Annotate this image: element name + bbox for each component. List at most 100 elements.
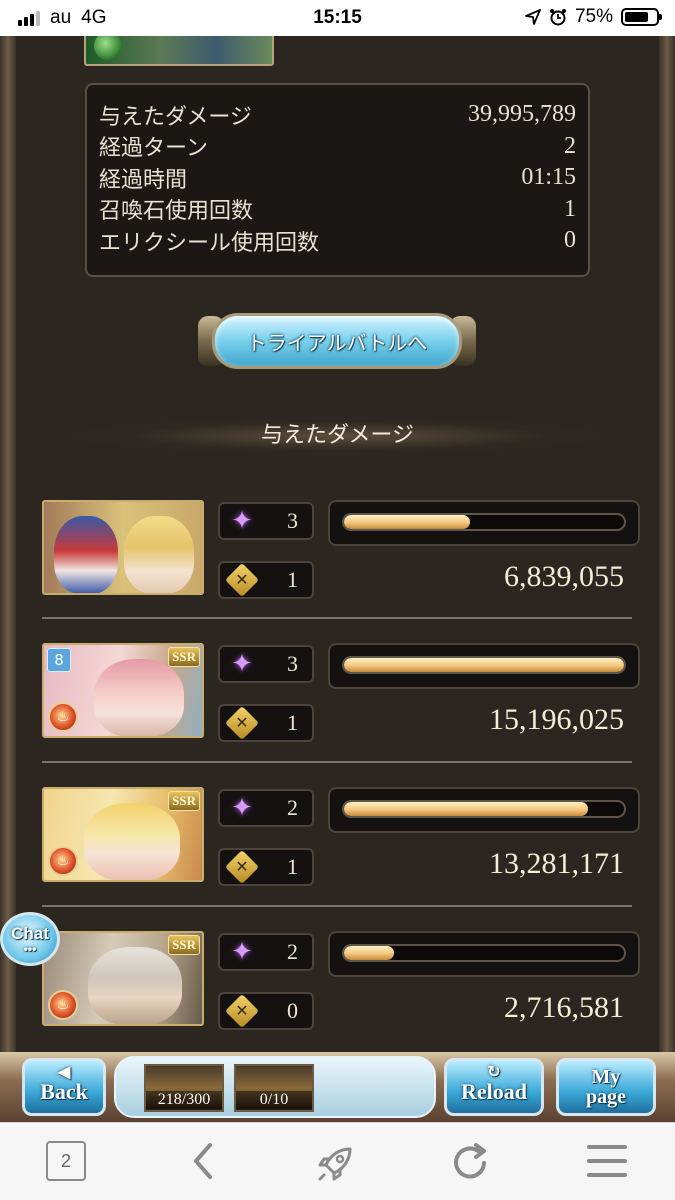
skill-count-value: 2 (287, 795, 298, 820)
chat-button[interactable]: Chat ••• (0, 912, 60, 966)
trial-battle-button[interactable]: トライアルバトルへ (198, 308, 476, 374)
blonde-girl-character-face (84, 803, 180, 880)
ougi-count: 1 (218, 848, 314, 886)
stat-row: 召喚石使用回数 1 (99, 194, 576, 226)
stat-row: エリクシール使用回数 0 (99, 225, 576, 257)
damage-bar-track (342, 656, 626, 674)
character-portrait[interactable]: SSR ♨ (42, 787, 204, 882)
ougi-swords-icon (225, 850, 259, 884)
screen: au 4G 15:15 75% 与えたダメージ 39,995,789 経過ターン 2… (0, 0, 675, 1200)
stat-label: 召喚石使用回数 (99, 199, 254, 225)
reload-label: Reload (461, 1079, 527, 1104)
damage-section-header: 与えたダメージ (70, 418, 605, 454)
stat-label: 経過時間 (99, 167, 188, 193)
back-arrow-icon: ◀ (57, 1064, 71, 1081)
back-button[interactable]: ◀ Back (22, 1058, 106, 1116)
ssr-badge: SSR (168, 647, 200, 667)
stat-value: 01:15 (521, 164, 576, 191)
skill-star-icon: ✦ (231, 793, 253, 823)
game-nav-bar: ◀ Back 218/300 0/10 ↻ Reload My page (0, 1052, 675, 1122)
ougi-swords-icon (225, 994, 259, 1028)
frame-right (659, 36, 675, 1052)
fire-element-icon: ♨ (48, 846, 78, 876)
battle-stats: 与えたダメージ 39,995,789 経過ターン 2 経過時間 01:15 召喚石使用… (85, 83, 590, 277)
party-member: SSR ♨ ✦2 0 2,716,581 (42, 931, 642, 1031)
ssr-badge: SSR (168, 935, 200, 955)
skill-count: ✦ 3 (218, 502, 314, 540)
game-area: 与えたダメージ 39,995,789 経過ターン 2 経過時間 01:15 召喚石使用… (0, 36, 675, 1052)
battery-icon (621, 8, 662, 26)
back-chevron-icon[interactable] (186, 1141, 222, 1181)
damage-bar-fill (344, 515, 470, 529)
ougi-swords-icon (225, 706, 259, 740)
back-label: Back (40, 1079, 88, 1104)
character-portrait[interactable]: 8 SSR ♨ (42, 643, 204, 738)
tabs-button[interactable]: 2 (46, 1141, 86, 1181)
fire-element-icon: ♨ (48, 702, 78, 732)
wind-orb-icon (94, 36, 122, 60)
mypage-label-bottom: page (586, 1086, 626, 1108)
ring-icon: 8 (47, 648, 71, 672)
stat-label: エリクシール使用回数 (99, 230, 320, 256)
skill-star-icon: ✦ (231, 649, 253, 679)
damage-bar (328, 643, 640, 689)
silver-hair-character-face (88, 947, 182, 1024)
skill-count: ✦ 2 (218, 933, 314, 971)
trial-battle-label[interactable]: トライアルバトルへ (212, 313, 462, 369)
damage-value: 6,839,055 (504, 560, 624, 593)
ougi-count: 0 (218, 992, 314, 1030)
bp-gauge: 0/10 (234, 1064, 314, 1112)
ougi-count-value: 0 (287, 998, 298, 1023)
skill-count-value: 3 (287, 508, 298, 533)
damage-bar (328, 500, 640, 546)
ougi-count-value: 1 (287, 854, 298, 879)
pink-hair-character-face (94, 659, 184, 736)
party-member: SSR ♨ ✦2 1 13,281,171 (42, 787, 642, 887)
damage-bar-fill (344, 946, 395, 960)
frame-left (0, 36, 16, 1052)
fire-element-icon: ♨ (48, 990, 78, 1020)
stat-label: 経過ターン (99, 136, 208, 162)
damage-bar-fill (344, 802, 588, 816)
browser-toolbar: 2 (0, 1122, 675, 1200)
damage-value: 2,716,581 (504, 991, 624, 1024)
blonde-character-face (124, 516, 194, 593)
stat-row: 経過時間 01:15 (99, 162, 576, 194)
damage-bar-track (342, 944, 626, 962)
stat-value: 0 (564, 227, 576, 254)
mypage-label-top: My (591, 1066, 621, 1088)
skill-count: ✦ 3 (218, 645, 314, 683)
skill-star-icon: ✦ (231, 937, 253, 967)
ougi-count: 1 (218, 704, 314, 742)
stat-value: 2 (564, 132, 576, 159)
mypage-button[interactable]: My page (556, 1058, 656, 1116)
ougi-count-value: 1 (287, 710, 298, 735)
chat-label: Chat (11, 924, 49, 943)
refresh-icon[interactable] (448, 1141, 494, 1185)
ssr-badge: SSR (168, 791, 200, 811)
divider (42, 905, 632, 907)
battery-percent: 75% (574, 6, 613, 27)
location-icon (525, 9, 541, 25)
menu-icon[interactable] (585, 1141, 629, 1181)
damage-value: 15,196,025 (489, 703, 624, 736)
damage-bar-track (342, 800, 626, 818)
party-member: 8 SSR ♨ ✦3 1 15,196,025 (42, 643, 642, 743)
character-portrait[interactable]: SSR ♨ (42, 931, 204, 1026)
skill-count: ✦ 2 (218, 789, 314, 827)
damage-bar (328, 931, 640, 977)
skill-count-value: 3 (287, 651, 298, 676)
rocket-icon[interactable] (314, 1141, 358, 1185)
alarm-icon (549, 9, 566, 26)
bp-value: 0/10 (236, 1091, 312, 1109)
battery-fill (625, 12, 648, 22)
character-portrait[interactable] (42, 500, 204, 595)
character-banner (84, 36, 274, 66)
reload-button[interactable]: ↻ Reload (444, 1058, 544, 1116)
ap-gauge: 218/300 (144, 1064, 224, 1112)
party-member: ✦3 1 6,839,055 (42, 500, 642, 600)
stat-row: 経過ターン 2 (99, 131, 576, 163)
status-gauges: 218/300 0/10 (114, 1056, 436, 1118)
masked-character-face (54, 516, 118, 593)
skill-star-icon: ✦ (231, 506, 253, 536)
